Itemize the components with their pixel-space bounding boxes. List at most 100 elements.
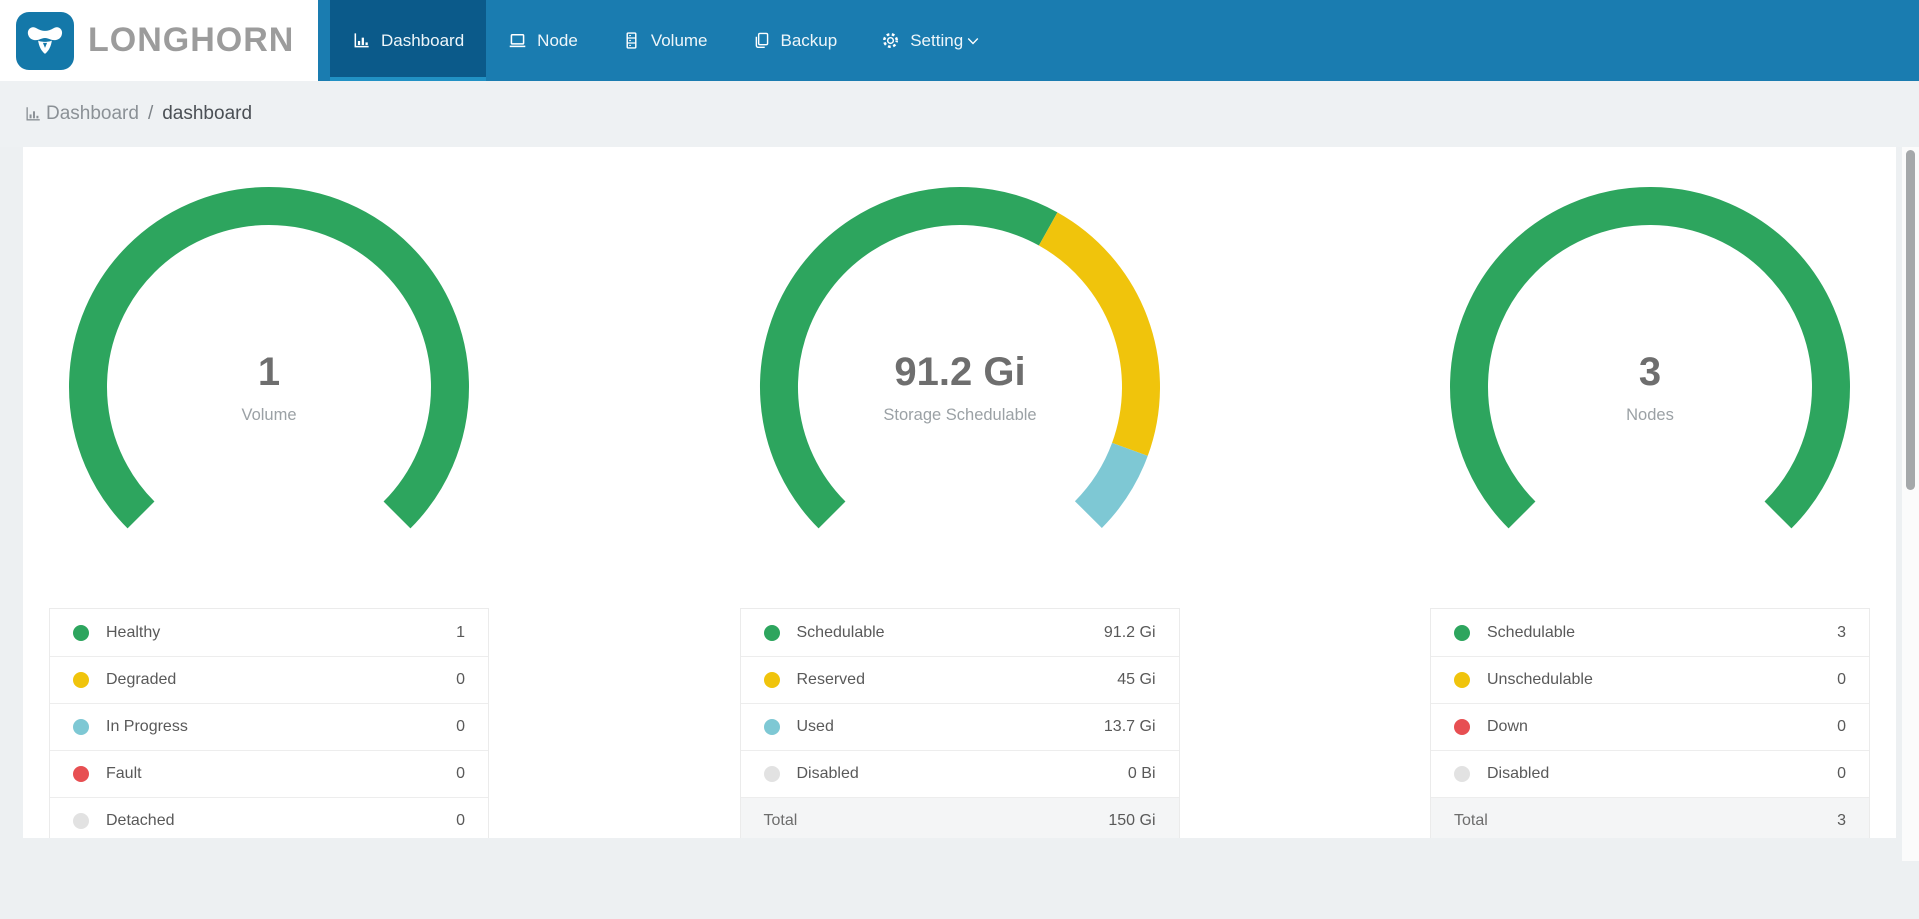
legend-value: 0 <box>1837 671 1846 688</box>
legend-value: 1 <box>456 623 465 641</box>
gear-icon <box>883 32 899 49</box>
app-title: LONGHORN <box>88 21 295 59</box>
legend-dot-icon <box>73 624 89 641</box>
nodes-chart-column: 3 Nodes Schedulable 3 Unschedulable 0 Down 0 Di… <box>1430 147 1870 838</box>
legend-value: 0 <box>456 671 465 688</box>
breadcrumb-root[interactable]: Dashboard <box>46 103 139 125</box>
legend-label: Fault <box>106 765 142 782</box>
nav-item-node[interactable]: Node <box>486 0 600 81</box>
legend-label: Total <box>1454 812 1488 829</box>
legend-label: Down <box>1487 718 1528 735</box>
nodes-gauge-chart: 3 Nodes <box>1450 187 1850 529</box>
breadcrumb-separator: / <box>147 103 154 124</box>
legend-label: Unschedulable <box>1487 671 1593 688</box>
nav-item-volume[interactable]: Volume <box>600 0 730 81</box>
chevron-down-icon <box>967 37 979 44</box>
legend-dot-icon <box>73 719 89 735</box>
longhorn-logo-icon <box>16 11 74 70</box>
legend-value: 0 <box>456 718 465 735</box>
logo-area[interactable]: LONGHORN <box>0 0 318 81</box>
legend-row-used: Used 13.7 Gi <box>740 703 1179 750</box>
legend-row-schedulable: Schedulable 3 <box>1431 609 1869 656</box>
legend-row-reserved: Reserved 45 Gi <box>740 656 1179 703</box>
legend-row-disabled: Disabled 0 <box>1431 750 1869 797</box>
legend-row-healthy: Healthy 1 <box>50 609 488 656</box>
gauge-center-label: Nodes <box>1626 406 1674 424</box>
legend-value: 0 Bi <box>1127 765 1156 782</box>
server-icon <box>626 32 637 49</box>
legend-label: Schedulable <box>796 623 885 641</box>
nav-item-dashboard[interactable]: Dashboard <box>330 0 487 81</box>
legend-value: 45 Gi <box>1117 671 1156 688</box>
legend-value: 0 <box>456 765 465 782</box>
legend-dot-icon <box>1454 624 1470 641</box>
legend-dot-icon <box>1454 719 1470 735</box>
laptop-icon <box>509 34 526 48</box>
dashboard-card: 1 Volume Healthy 1 Degraded 0 In Progress 0 Fau… <box>23 147 1896 838</box>
bar-chart-icon <box>354 33 369 48</box>
nav-item-backup[interactable]: Backup <box>730 0 860 81</box>
legend-label: In Progress <box>106 718 188 735</box>
legend-row-degraded: Degraded 0 <box>50 656 488 703</box>
legend-label: Disabled <box>796 765 859 782</box>
main-content: 1 Volume Healthy 1 Degraded 0 In Progress 0 Fau… <box>0 147 1919 919</box>
gauge-center-label: Storage Schedulable <box>883 406 1036 424</box>
gauge-center-value: 91.2 Gi <box>894 350 1025 394</box>
legend-label: Schedulable <box>1487 623 1576 641</box>
nav-menu: Dashboard Node Volume Backup Setting <box>330 0 1013 81</box>
legend-value: 91.2 Gi <box>1103 623 1156 641</box>
gauge-segment-used <box>1074 442 1148 528</box>
legend-row-disabled: Disabled 0 Bi <box>740 750 1179 797</box>
bar-chart-icon <box>26 107 40 121</box>
volume-legend-table: Healthy 1 Degraded 0 In Progress 0 Fault 0 Detac… <box>49 608 489 838</box>
legend-label: Used <box>796 718 834 735</box>
legend-dot-icon <box>763 719 780 735</box>
legend-dot-icon <box>763 766 780 782</box>
legend-row-unschedulable: Unschedulable 0 <box>1431 656 1869 703</box>
legend-dot-icon <box>73 672 89 688</box>
legend-row-down: Down 0 <box>1431 703 1869 750</box>
legend-row-detached: Detached 0 <box>50 797 488 838</box>
legend-dot-icon <box>1454 672 1470 688</box>
legend-value: 3 <box>1837 623 1846 641</box>
storage-legend-table: Schedulable 91.2 Gi Reserved 45 Gi Used 13.7 … <box>739 608 1180 838</box>
legend-dot-icon <box>73 813 89 829</box>
legend-dot-icon <box>1454 766 1470 782</box>
nodes-legend-table: Schedulable 3 Unschedulable 0 Down 0 Disabled 0… <box>1430 608 1870 838</box>
gauge-center-label: Volume <box>241 406 296 424</box>
legend-label: Reserved <box>796 671 865 688</box>
volume-gauge-chart: 1 Volume <box>69 187 469 529</box>
gauge-center-value: 1 <box>258 350 280 394</box>
legend-row-in-progress: In Progress 0 <box>50 703 488 750</box>
legend-value: 0 <box>1837 718 1846 735</box>
legend-row-schedulable: Schedulable 91.2 Gi <box>740 609 1179 656</box>
legend-row-fault: Fault 0 <box>50 750 488 797</box>
top-nav: LONGHORN Dashboard Node Volume Backup Se… <box>0 0 1919 81</box>
gauge-segment-reserved <box>1038 212 1160 456</box>
nav-item-setting[interactable]: Setting <box>859 0 1013 81</box>
legend-value: 13.7 Gi <box>1103 718 1156 735</box>
scrollbar-track[interactable] <box>1902 147 1919 861</box>
legend-value: 0 <box>1837 765 1846 782</box>
legend-label: Healthy <box>106 623 161 641</box>
legend-value: 150 Gi <box>1108 812 1156 829</box>
volume-chart-column: 1 Volume Healthy 1 Degraded 0 In Progress 0 Fau… <box>49 147 489 838</box>
legend-label: Detached <box>106 812 175 829</box>
storage-chart-column: 91.2 Gi Storage Schedulable Schedulable 91… <box>739 147 1180 838</box>
legend-row-total: Total 150 Gi <box>740 797 1179 838</box>
gauge-center-value: 3 <box>1639 350 1661 394</box>
legend-value: 3 <box>1837 812 1846 829</box>
legend-label: Degraded <box>106 671 177 688</box>
legend-dot-icon <box>73 766 89 782</box>
scrollbar-thumb[interactable] <box>1906 150 1915 490</box>
storage-gauge-chart: 91.2 Gi Storage Schedulable <box>759 187 1160 529</box>
breadcrumb-current: dashboard <box>162 103 253 124</box>
legend-dot-icon <box>763 624 780 641</box>
legend-value: 0 <box>456 812 465 829</box>
legend-row-total: Total 3 <box>1431 797 1869 838</box>
legend-label: Total <box>763 812 798 829</box>
legend-dot-icon <box>763 672 780 688</box>
breadcrumb: Dashboard / dashboard <box>0 81 1919 147</box>
legend-label: Disabled <box>1487 765 1550 782</box>
copy-icon <box>755 32 768 49</box>
